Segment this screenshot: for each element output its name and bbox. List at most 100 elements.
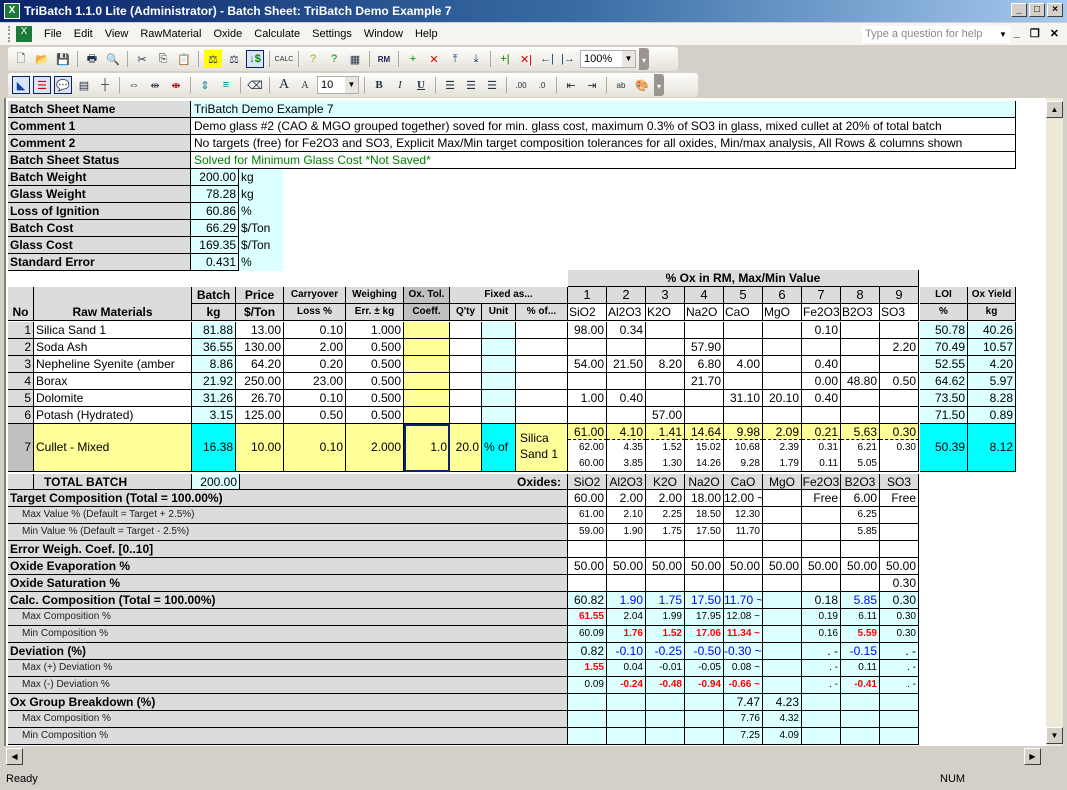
opt-help-icon[interactable]: ? — [325, 50, 343, 68]
ox-percent[interactable] — [802, 339, 841, 356]
workbook-icon[interactable]: X — [16, 26, 32, 42]
ox-name[interactable]: SO3 — [880, 304, 919, 321]
ox-percent[interactable] — [646, 373, 685, 390]
cullet-ox-max[interactable]: 62.00 — [568, 440, 607, 456]
cullet-ox-min[interactable]: 5.05 — [841, 456, 880, 472]
eraser-icon[interactable]: ⌫ — [246, 76, 264, 94]
fixed-unit[interactable] — [482, 339, 516, 356]
ox-tol-coeff[interactable]: 1.0 — [404, 424, 450, 472]
ox-percent[interactable] — [880, 322, 919, 339]
fixed-qty[interactable] — [450, 356, 482, 373]
ox-percent[interactable] — [841, 390, 880, 407]
analysis-value[interactable]: 2.00 — [646, 490, 685, 507]
analysis-value[interactable]: 4.32 — [763, 711, 802, 728]
analysis-value[interactable]: 1.52 — [646, 626, 685, 643]
ox-percent[interactable] — [607, 339, 646, 356]
ox-percent[interactable] — [724, 407, 763, 424]
align-left-icon[interactable]: ☰ — [441, 76, 459, 94]
ox-percent[interactable]: 21.50 — [607, 356, 646, 373]
ox-percent[interactable]: 1.00 — [568, 390, 607, 407]
chevron-down-icon[interactable]: ▼ — [345, 77, 358, 93]
analysis-value[interactable] — [724, 541, 763, 558]
analysis-value[interactable]: -0.94 — [685, 677, 724, 694]
ox-percent[interactable] — [568, 407, 607, 424]
analysis-value[interactable]: Free — [880, 490, 919, 507]
material-name[interactable]: Borax — [34, 373, 192, 390]
analysis-value[interactable]: 4.09 — [763, 728, 802, 745]
italic-button[interactable]: I — [391, 76, 409, 94]
analysis-value[interactable]: 50.00 — [880, 558, 919, 575]
analysis-value[interactable] — [607, 694, 646, 711]
delete-column-icon[interactable]: ✕| — [517, 50, 535, 68]
ox-tol-coeff[interactable] — [404, 339, 450, 356]
cullet-ox-max[interactable]: 1.52 — [646, 440, 685, 456]
ox-percent[interactable] — [763, 407, 802, 424]
analysis-value[interactable] — [607, 541, 646, 558]
move-column-left-icon[interactable]: ←| — [538, 50, 556, 68]
analysis-value[interactable] — [763, 507, 802, 524]
ox-name[interactable]: MgO — [763, 304, 802, 321]
menu-help[interactable]: Help — [409, 28, 444, 40]
analysis-value[interactable]: 17.06 — [685, 626, 724, 643]
fixed-of[interactable] — [516, 407, 568, 424]
analysis-value[interactable]: 7.25 — [724, 728, 763, 745]
analysis-value[interactable]: . - — [802, 660, 841, 677]
ox-percent[interactable]: 0.10 — [802, 322, 841, 339]
analysis-value[interactable]: -0.30 ~ — [724, 643, 763, 660]
analysis-value[interactable]: 1.75 — [646, 592, 685, 609]
rm-db-icon[interactable]: RM — [375, 50, 393, 68]
carryover-loss[interactable]: 0.10 — [284, 390, 346, 407]
fixed-of[interactable] — [516, 339, 568, 356]
cullet-ox-percent[interactable]: 5.63 — [841, 424, 880, 440]
analysis-value[interactable] — [763, 609, 802, 626]
ox-name[interactable]: Na2O — [685, 304, 724, 321]
analysis-value[interactable]: 18.50 — [685, 507, 724, 524]
cullet-ox-max[interactable]: 4.35 — [607, 440, 646, 456]
batch-kg[interactable]: 81.88 — [192, 322, 236, 339]
price[interactable]: 13.00 — [236, 322, 284, 339]
analysis-value[interactable]: 50.00 — [763, 558, 802, 575]
cullet-ox-max[interactable]: 2.39 — [763, 440, 802, 456]
ox-percent[interactable]: 98.00 — [568, 322, 607, 339]
analysis-value[interactable] — [763, 660, 802, 677]
move-row-down-icon[interactable]: ⤓ — [467, 50, 485, 68]
add-column-icon[interactable]: +| — [496, 50, 514, 68]
col-narrow-icon[interactable]: ⇹ — [146, 76, 164, 94]
cullet-ox-min[interactable]: 1.79 — [763, 456, 802, 472]
maximize-button[interactable]: □ — [1029, 3, 1045, 17]
analysis-value[interactable] — [802, 575, 841, 592]
analysis-value[interactable] — [646, 541, 685, 558]
col-width-icon[interactable]: ⇔ — [125, 76, 143, 94]
row-height-icon[interactable]: ⇕ — [196, 76, 214, 94]
analysis-value[interactable] — [568, 575, 607, 592]
analysis-value[interactable]: 11.70 ~ — [724, 592, 763, 609]
ox-percent[interactable]: 21.70 — [685, 373, 724, 390]
analysis-value[interactable]: 0.11 — [841, 660, 880, 677]
weighing-error[interactable]: 0.500 — [346, 356, 404, 373]
analysis-value[interactable]: -0.24 — [607, 677, 646, 694]
fixed-qty[interactable] — [450, 339, 482, 356]
analysis-value[interactable] — [763, 524, 802, 541]
fixed-qty[interactable] — [450, 407, 482, 424]
ox-name[interactable]: Al2O3 — [607, 304, 646, 321]
analysis-value[interactable] — [685, 541, 724, 558]
ox-name[interactable]: K2O — [646, 304, 685, 321]
fixed-of[interactable] — [516, 322, 568, 339]
analysis-value[interactable] — [646, 575, 685, 592]
scroll-right-icon[interactable]: ▶ — [1024, 748, 1041, 765]
font-shrink-icon[interactable]: A — [296, 76, 314, 94]
analysis-value[interactable]: Free — [802, 490, 841, 507]
analysis-value[interactable]: 12.30 — [724, 507, 763, 524]
analysis-value[interactable]: -0.66 ~ — [724, 677, 763, 694]
analysis-value[interactable]: 2.00 — [607, 490, 646, 507]
batch-kg[interactable]: 31.26 — [192, 390, 236, 407]
analysis-value[interactable]: . - — [802, 643, 841, 660]
analysis-value[interactable]: 18.00 — [685, 490, 724, 507]
new-icon[interactable]: 🗋 — [12, 50, 30, 68]
analysis-value[interactable] — [685, 694, 724, 711]
stat-value[interactable]: 200.00 — [191, 169, 239, 186]
summary-value[interactable]: Solved for Minimum Glass Cost *Not Saved… — [191, 152, 1016, 169]
analysis-value[interactable]: 6.00 — [841, 490, 880, 507]
stat-value[interactable]: 169.35 — [191, 237, 239, 254]
summary-value[interactable]: TriBatch Demo Example 7 — [191, 101, 1016, 118]
